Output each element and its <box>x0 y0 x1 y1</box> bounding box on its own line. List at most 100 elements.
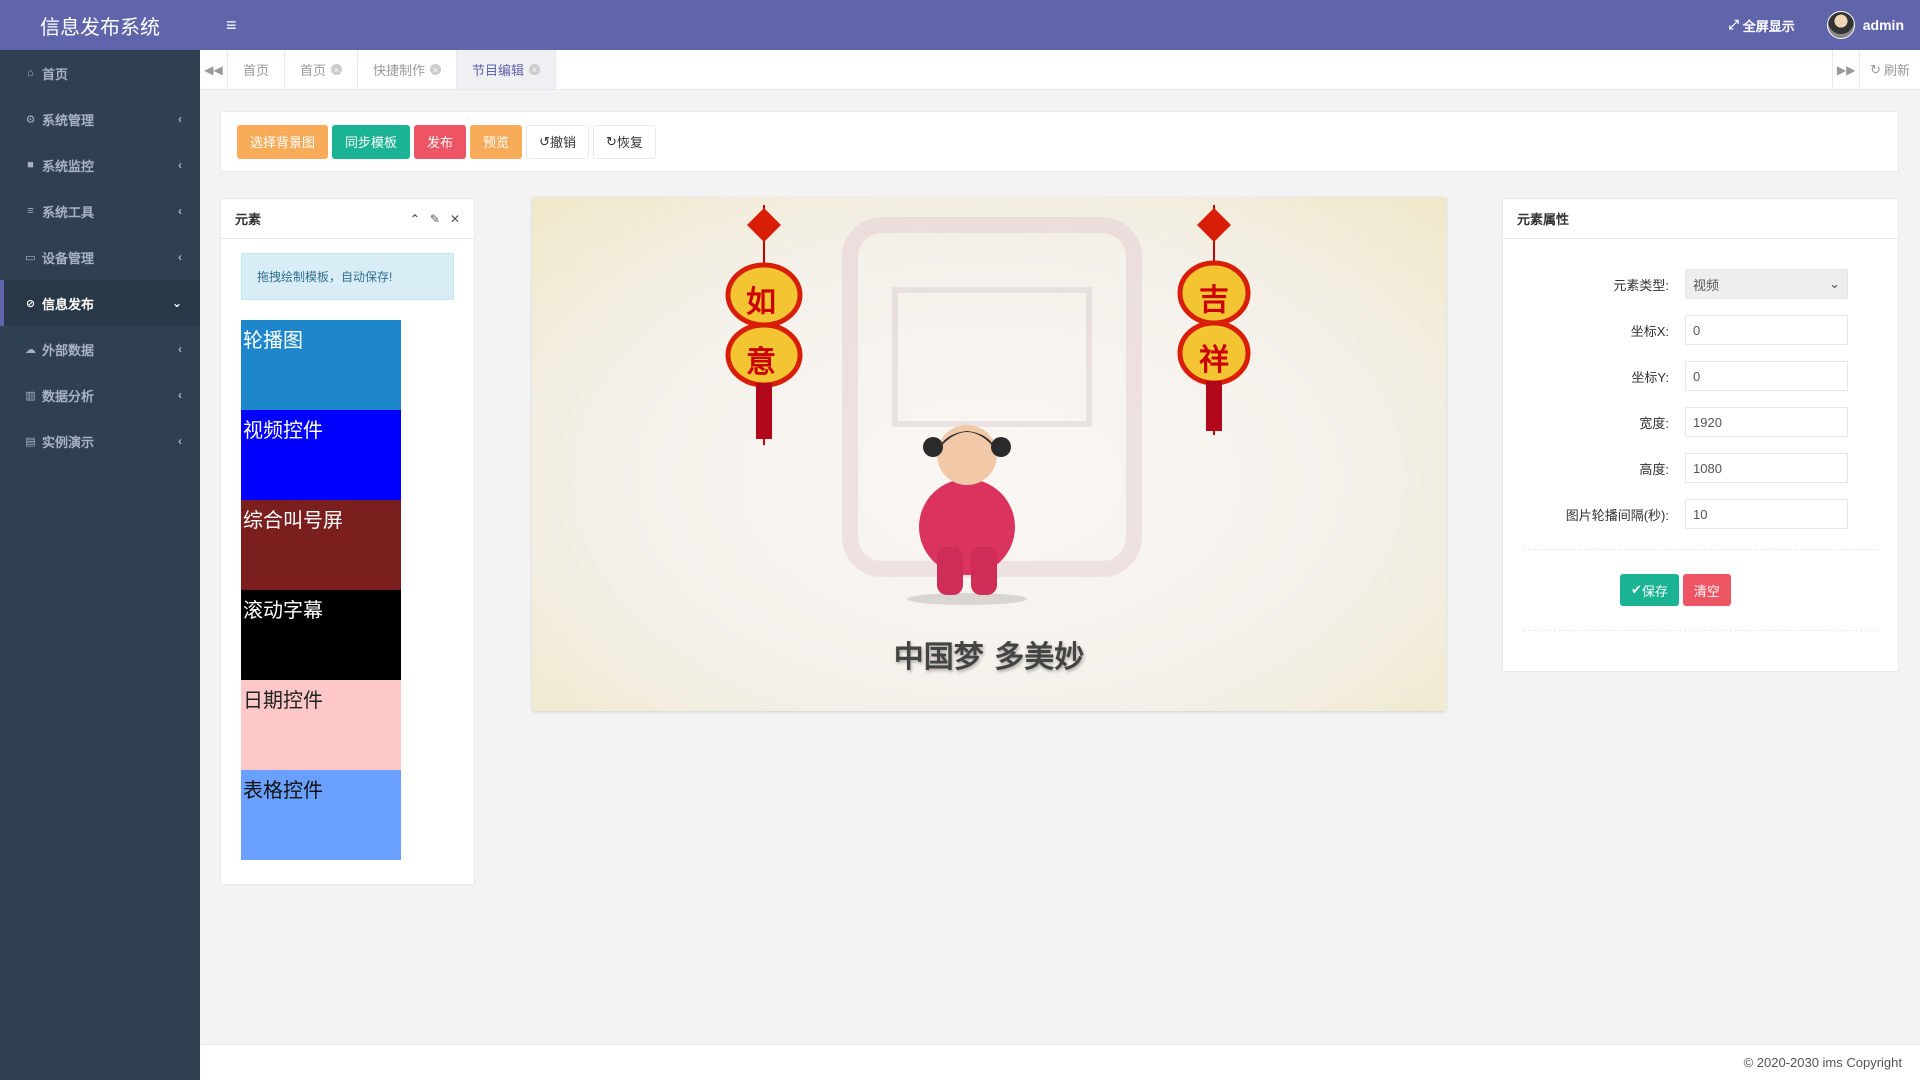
sync-template-button[interactable]: 同步模板 <box>332 124 411 159</box>
form-input[interactable]: 1080 <box>1685 453 1848 483</box>
tab-close-icon[interactable]: × <box>430 64 442 75</box>
check-icon: ✔ <box>1631 582 1642 597</box>
widget-item[interactable]: 综合叫号屏 <box>241 500 401 590</box>
save-button[interactable]: ✔ 保存 <box>1620 574 1679 606</box>
sidebar-item-6[interactable]: ☁ 外部数据 ‹ <box>0 326 200 372</box>
form-label: 高度: <box>1639 461 1669 477</box>
properties-panel-title: 元素属性 <box>1517 212 1570 227</box>
user-menu[interactable]: admin <box>1826 11 1904 39</box>
lantern-left-char-bottom: 意 <box>746 346 776 379</box>
form-row: 坐标X: 0 <box>1503 307 1898 353</box>
sidebar-item-content: ⌂ 首页 <box>24 64 68 83</box>
tab-label: 首页 <box>300 63 327 78</box>
tab-3[interactable]: 节目编辑 × <box>457 50 557 89</box>
properties-panel-header: 元素属性 <box>1503 199 1898 239</box>
close-icon[interactable]: ✕ <box>450 212 460 226</box>
background-window-decoration <box>892 287 1092 427</box>
lantern-left-char-top: 如 <box>746 286 776 319</box>
properties-panel: 元素属性 元素类型: 视频 ⌄ 坐标X: 0 坐标Y: 0 宽度: 1920 高度: 1080 图片轮… <box>1502 198 1899 672</box>
form-row: 元素类型: 视频 ⌄ <box>1503 261 1898 307</box>
refresh-icon: ↻ <box>1870 61 1881 77</box>
fullscreen-button[interactable]: ⤢ 全屏显示 <box>1728 16 1794 35</box>
sidebar-item-3[interactable]: ≡ 系统工具 ‹ <box>0 188 200 234</box>
widget-item[interactable]: 视频控件 <box>241 410 401 500</box>
sidebar-item-2[interactable]: ■ 系统监控 ‹ <box>0 142 200 188</box>
undo-icon: ↺ <box>539 133 550 149</box>
form-input[interactable]: 0 <box>1685 361 1848 391</box>
widget-item[interactable]: 表格控件 <box>241 770 401 860</box>
collapse-icon[interactable]: ⌃ <box>410 212 420 226</box>
elements-panel: 元素 ⌃ ✎ ✕ 拖拽绘制模板，自动保存! 轮播图 视频控件 综合叫号屏 滚动字幕 日期… <box>220 198 475 885</box>
sidebar-item-content: ≡ 系统工具 <box>24 202 94 221</box>
elements-panel-title: 元素 <box>235 212 262 227</box>
widget-item[interactable]: 滚动字幕 <box>241 590 401 680</box>
form-row: 坐标Y: 0 <box>1503 353 1898 399</box>
publish-button[interactable]: 发布 <box>414 124 467 159</box>
menu-toggle-icon[interactable]: ≡ <box>226 15 237 36</box>
form-label: 坐标Y: <box>1631 369 1669 385</box>
sidebar-item-8[interactable]: ▤ 实例演示 ‹ <box>0 418 200 464</box>
bar-chart-icon: ▥ <box>25 389 36 402</box>
form-divider-bottom <box>1523 630 1878 631</box>
form-input[interactable]: 1920 <box>1685 407 1848 437</box>
form-value: 0 <box>1693 322 1701 338</box>
preview-button[interactable]: 预览 <box>470 124 523 159</box>
sidebar-item-label: 外部数据 <box>42 342 95 358</box>
sidebar-item-4[interactable]: ▭ 设备管理 ‹ <box>0 234 200 280</box>
top-navbar: ≡ ⤢ 全屏显示 admin <box>200 0 1920 50</box>
form-label: 图片轮播间隔(秒): <box>1565 507 1669 523</box>
widget-item[interactable]: 日期控件 <box>241 680 401 770</box>
tab-1[interactable]: 首页 × <box>285 50 359 89</box>
tabs-scroll-right-icon[interactable]: ▶▶ <box>1832 50 1861 89</box>
elements-panel-header: 元素 ⌃ ✎ ✕ <box>221 199 474 239</box>
form-value: 视频 <box>1693 277 1720 293</box>
form-label: 坐标X: <box>1630 323 1669 339</box>
redo-label: 恢复 <box>616 135 643 150</box>
chevron-left-icon: ‹ <box>178 112 182 126</box>
element-type-select[interactable]: 视频 ⌄ <box>1685 269 1848 299</box>
refresh-button[interactable]: ↻ 刷新 <box>1860 50 1920 89</box>
tab-0[interactable]: 首页 <box>228 50 286 89</box>
sidebar-item-content: ■ 系统监控 <box>24 156 94 175</box>
lantern-right-char-top: 吉 <box>1199 284 1229 317</box>
tab-close-icon[interactable]: × <box>331 64 343 75</box>
form-label: 宽度: <box>1639 415 1669 431</box>
sidebar-item-content: ⊘ 信息发布 <box>24 294 94 313</box>
chevron-left-icon: ‹ <box>178 204 182 218</box>
tab-close-icon[interactable]: × <box>529 64 541 75</box>
page-tabs-bar: ◀◀ 首页 首页 × 快捷制作 × 节目编辑 × ▶▶ ↻ 刷新 <box>200 50 1920 90</box>
sidebar-item-0[interactable]: ⌂ 首页 <box>0 50 200 96</box>
form-input[interactable]: 10 <box>1685 499 1848 529</box>
expand-icon: ⤢ <box>1728 17 1739 32</box>
compass-icon: ⊘ <box>25 297 36 310</box>
clear-button[interactable]: 清空 <box>1682 574 1731 606</box>
save-label: 保存 <box>1641 583 1668 599</box>
lantern-right-image <box>1177 205 1251 435</box>
sidebar-item-label: 系统工具 <box>42 204 95 220</box>
wrench-icon[interactable]: ✎ <box>430 212 440 226</box>
select-background-button[interactable]: 选择背景图 <box>237 124 329 159</box>
form-row: 宽度: 1920 <box>1503 399 1898 445</box>
cloud-icon: ☁ <box>25 343 36 356</box>
chevron-down-icon: ⌄ <box>171 296 182 310</box>
copyright-text: © 2020-2030 ims Copyright <box>1743 1055 1902 1070</box>
form-input[interactable]: 0 <box>1685 315 1848 345</box>
tabs-scroll-left-icon[interactable]: ◀◀ <box>200 50 228 89</box>
bars-icon: ≡ <box>27 205 34 217</box>
form-row: 图片轮播间隔(秒): 10 <box>1503 491 1898 537</box>
sidebar-item-5[interactable]: ⊘ 信息发布 ⌄ <box>0 280 200 326</box>
refresh-label: 刷新 <box>1883 63 1910 78</box>
redo-icon: ↻ <box>605 133 617 149</box>
undo-button[interactable]: ↺ 撤销 <box>526 124 589 159</box>
template-canvas[interactable]: 如 意 吉 祥 中国梦 多美妙 <box>532 197 1446 711</box>
widget-list: 轮播图 视频控件 综合叫号屏 滚动字幕 日期控件 表格控件 <box>221 320 474 860</box>
sidebar-item-1[interactable]: ⚙ 系统管理 ‹ <box>0 96 200 142</box>
redo-button[interactable]: ↻ 恢复 <box>592 124 656 159</box>
sidebar-item-7[interactable]: ▥ 数据分析 ‹ <box>0 372 200 418</box>
footer: © 2020-2030 ims Copyright <box>200 1044 1920 1080</box>
tab-2[interactable]: 快捷制作 × <box>358 50 458 89</box>
tab-label: 首页 <box>243 63 270 78</box>
lantern-right-char-bottom: 祥 <box>1199 344 1229 377</box>
sidebar-item-label: 设备管理 <box>42 250 95 266</box>
widget-item[interactable]: 轮播图 <box>241 320 401 410</box>
